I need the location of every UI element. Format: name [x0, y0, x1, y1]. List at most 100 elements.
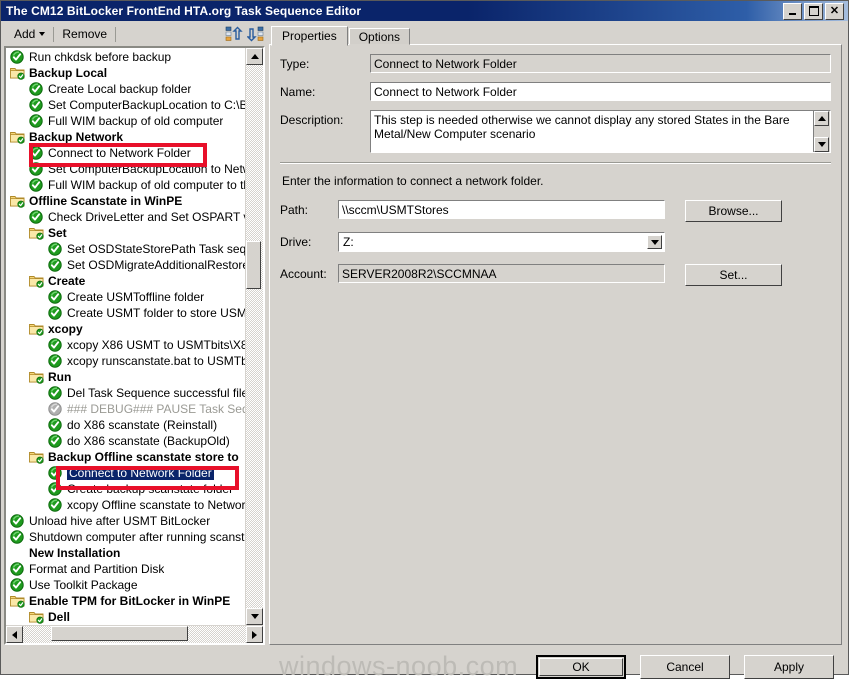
vertical-scroll-thumb[interactable] — [246, 241, 261, 289]
drive-row: Drive: Z: — [280, 232, 831, 254]
tree-item-label: Create — [48, 274, 86, 288]
scroll-down-button[interactable] — [246, 608, 263, 625]
tree-item[interactable]: Full WIM backup of old computer to the N — [6, 177, 245, 193]
tree-item[interactable]: Backup Offline scanstate store to — [6, 449, 245, 465]
tree-item[interactable]: Create Local backup folder — [6, 81, 245, 97]
tree-item-icon — [10, 130, 25, 144]
task-group-folder-icon — [29, 452, 44, 464]
tree-item[interactable]: xcopy Offline scanstate to Network — [6, 497, 245, 513]
tree-item[interactable]: Enable TPM for BitLocker in WinPE — [6, 593, 245, 609]
tree-item-icon — [10, 514, 25, 528]
tree-item[interactable]: Unload hive after USMT BitLocker — [6, 513, 245, 529]
description-field[interactable]: This step is needed otherwise we cannot … — [370, 110, 831, 153]
tree-item[interactable]: Del Task Sequence successful file — [6, 385, 245, 401]
vertical-scroll-track[interactable] — [246, 65, 263, 608]
tree-item[interactable]: ### DEBUG### PAUSE Task Sequ — [6, 401, 245, 417]
tree-item[interactable]: Set ComputerBackupLocation to C:\Backup — [6, 97, 245, 113]
ok-button[interactable]: OK — [536, 655, 626, 679]
tree-vertical-scrollbar[interactable] — [245, 48, 263, 625]
add-button-label: Add — [14, 27, 36, 41]
name-row: Name: — [280, 82, 831, 101]
scroll-right-button[interactable] — [246, 626, 263, 643]
close-button[interactable]: ✕ — [825, 2, 844, 20]
tab-options[interactable]: Options — [348, 28, 411, 45]
tab-properties[interactable]: Properties — [271, 26, 348, 46]
scroll-left-button[interactable] — [6, 626, 23, 643]
apply-button[interactable]: Apply — [744, 655, 834, 679]
properties-pane: Properties Options Type: Name: Descripti… — [267, 21, 848, 645]
tree-item-icon — [10, 562, 25, 576]
path-input[interactable] — [338, 200, 665, 219]
scroll-up-button[interactable] — [246, 48, 263, 65]
tree-item-label: Unload hive after USMT BitLocker — [29, 514, 211, 528]
tree-item[interactable]: Set — [6, 225, 245, 241]
tree-item[interactable]: Check DriveLetter and Set OSPART vari — [6, 209, 245, 225]
tree-item-label: Use Toolkit Package — [29, 578, 138, 592]
tree-item[interactable]: Set OSDStateStorePath Task seque — [6, 241, 245, 257]
tree-item-label: Set ComputerBackupLocation to C:\Backup — [48, 98, 245, 112]
description-scroll-up-button[interactable] — [814, 111, 829, 126]
tree-item[interactable]: Run chkdsk before backup — [6, 49, 245, 65]
add-button[interactable]: Add — [8, 26, 51, 43]
maximize-button[interactable] — [804, 2, 823, 20]
task-step-icon — [10, 530, 24, 544]
drive-dropdown-button[interactable] — [647, 235, 662, 249]
remove-button[interactable]: Remove — [56, 26, 113, 43]
tree-item[interactable]: Offline Scanstate in WinPE — [6, 193, 245, 209]
description-scrollbar[interactable] — [813, 111, 830, 152]
tree-item[interactable]: Create — [6, 273, 245, 289]
tree-item[interactable]: do X86 scanstate (BackupOld) — [6, 433, 245, 449]
tree-item[interactable]: Set ComputerBackupLocation to Network — [6, 161, 245, 177]
tree-item[interactable]: Create USMT folder to store USMT p — [6, 305, 245, 321]
task-sequence-tree-container: Run chkdsk before backup Backup Local Crea… — [4, 46, 265, 645]
tree-item[interactable]: Connect to Network Folder — [6, 145, 245, 161]
cancel-button[interactable]: Cancel — [640, 655, 730, 679]
tree-item-icon — [29, 146, 44, 160]
tree-item[interactable]: Connect to Network Folder — [6, 465, 245, 481]
tree-item[interactable]: Set OSDMigrateAdditionalRestoreOp — [6, 257, 245, 273]
description-text[interactable]: This step is needed otherwise we cannot … — [371, 111, 813, 152]
tree-item-icon — [48, 418, 63, 432]
tree-item[interactable]: Create USMToffline folder — [6, 289, 245, 305]
tree-item[interactable]: xcopy runscanstate.bat to USMTbits — [6, 353, 245, 369]
tree-item-label: Run chkdsk before backup — [29, 50, 172, 64]
tree-item-icon — [29, 226, 44, 240]
horizontal-scroll-thumb[interactable] — [51, 626, 188, 641]
tree-item[interactable]: Backup Network — [6, 129, 245, 145]
tree-item[interactable]: Format and Partition Disk — [6, 561, 245, 577]
name-label: Name: — [280, 85, 316, 99]
move-up-button[interactable] — [223, 25, 245, 43]
tree-item[interactable]: Dell — [6, 609, 245, 625]
tree-item-label: Set OSDMigrateAdditionalRestoreOp — [67, 258, 245, 272]
browse-button[interactable]: Browse... — [685, 200, 782, 222]
set-button[interactable]: Set... — [685, 264, 782, 286]
tree-item-icon — [29, 322, 44, 336]
tree-item[interactable]: do X86 scanstate (Reinstall) — [6, 417, 245, 433]
drive-select[interactable]: Z: — [338, 232, 665, 252]
tree-item[interactable]: Backup Local — [6, 65, 245, 81]
tree-item[interactable]: Run — [6, 369, 245, 385]
tree-item[interactable]: xcopy — [6, 321, 245, 337]
name-field[interactable] — [370, 82, 831, 101]
tree-item-label: xcopy — [48, 322, 83, 336]
tree-item[interactable]: Use Toolkit Package — [6, 577, 245, 593]
horizontal-scroll-track[interactable] — [23, 626, 246, 643]
tree-item[interactable]: Full WIM backup of old computer — [6, 113, 245, 129]
close-icon: ✕ — [829, 4, 840, 17]
tree-item[interactable]: New Installation — [6, 545, 245, 561]
tree-item-icon — [10, 66, 25, 80]
tree-item[interactable]: Create backup scanstate folder — [6, 481, 245, 497]
task-sequence-tree[interactable]: Run chkdsk before backup Backup Local Crea… — [6, 48, 245, 625]
move-down-button[interactable] — [245, 25, 267, 43]
minimize-button[interactable] — [783, 2, 802, 20]
task-step-icon — [29, 82, 43, 96]
tree-item[interactable]: Shutdown computer after running scanstat… — [6, 529, 245, 545]
tree-item-icon — [29, 162, 44, 176]
tree-scroll-area: Run chkdsk before backup Backup Local Crea… — [6, 48, 263, 625]
tree-item-icon-placeholder — [10, 546, 25, 560]
description-scroll-down-button[interactable] — [814, 137, 829, 152]
tree-item-label: Full WIM backup of old computer — [48, 114, 224, 128]
tree-horizontal-scrollbar[interactable] — [6, 625, 263, 643]
tree-item[interactable]: xcopy X86 USMT to USMTbits\X86 — [6, 337, 245, 353]
task-step-icon — [10, 578, 24, 592]
